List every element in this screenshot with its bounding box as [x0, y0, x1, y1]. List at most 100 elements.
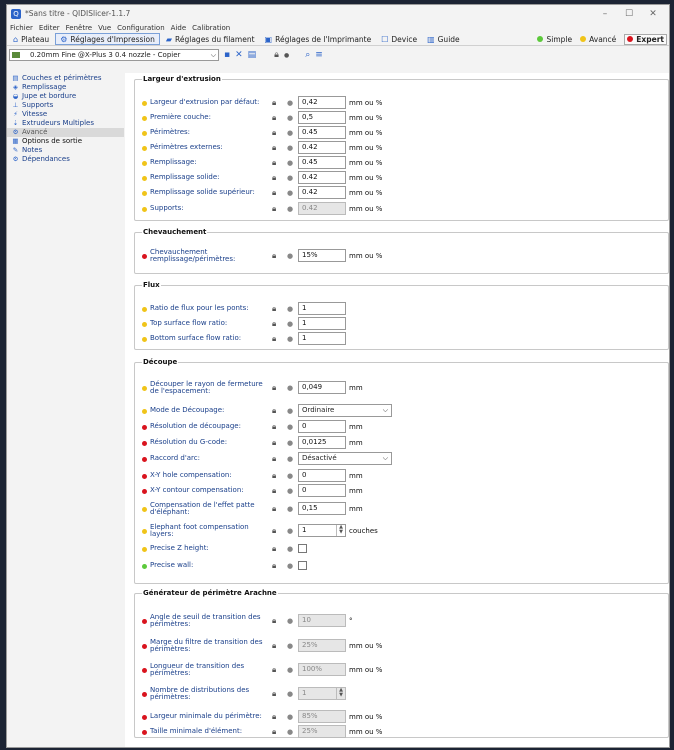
preset-select[interactable]: 0.20mm Fine @X-Plus 3 0.4 nozzle - Copie… — [9, 49, 219, 61]
menu-fenetre[interactable]: Fenêtre — [66, 24, 92, 32]
lock-icon[interactable]: 🔒︎ — [272, 471, 276, 481]
menu-vue[interactable]: Vue — [98, 24, 111, 32]
lock-icon[interactable]: 🔒︎ — [272, 454, 276, 464]
lock-icon[interactable]: 🔒︎ — [272, 143, 276, 153]
bullet-icon[interactable]: ● — [287, 690, 293, 698]
spin-arrows-icon[interactable]: ▲ ▼ — [336, 688, 345, 699]
nav-item-1[interactable]: ◈ Remplissage — [7, 82, 124, 91]
tab-device[interactable]: ☐ Device — [377, 33, 421, 45]
lock-icon[interactable]: 🔒︎ — [272, 98, 276, 108]
bullet-icon[interactable]: ● — [287, 99, 293, 107]
nav-item-0[interactable]: ▤ Couches et périmètres — [7, 73, 124, 82]
nav-item-6[interactable]: ⚙ Avancé — [7, 127, 124, 137]
search-icon[interactable]: ⌕ — [305, 50, 310, 60]
setting-input[interactable]: 0,0125 — [298, 436, 346, 449]
setting-input[interactable]: 1 — [298, 317, 346, 330]
lock-icon[interactable]: 🔒︎ — [272, 616, 276, 626]
bullet-icon[interactable]: ● — [287, 713, 293, 721]
bullet-icon[interactable]: ● — [287, 384, 293, 392]
setting-input[interactable]: 0,42 — [298, 96, 346, 109]
menu-configuration[interactable]: Configuration — [117, 24, 164, 32]
lock-icon[interactable]: 🔒︎ — [272, 113, 276, 123]
bullet-icon[interactable]: ● — [287, 642, 293, 650]
setting-input[interactable]: 0.42 — [298, 141, 346, 154]
delete-preset-icon[interactable]: ✕ — [235, 50, 243, 60]
bullet-icon[interactable]: ● — [287, 439, 293, 447]
bullet-icon[interactable]: ● — [287, 562, 293, 570]
menu-calibration[interactable]: Calibration — [192, 24, 230, 32]
lock-icon[interactable]: 🔒︎ — [272, 486, 276, 496]
nav-item-9[interactable]: ⚙ Dépendances — [7, 155, 124, 164]
close-button[interactable]: ✕ — [641, 9, 665, 19]
menu-aide[interactable]: Aide — [171, 24, 186, 32]
lock-icon[interactable]: 🔒︎ — [272, 438, 276, 448]
bullet-icon[interactable]: ● — [287, 728, 293, 736]
compare-preset-icon[interactable]: ▤ — [248, 50, 257, 60]
lock-icon[interactable]: 🔒︎ — [272, 128, 276, 138]
bullet-icon[interactable]: ● — [287, 407, 293, 415]
lock-icon[interactable]: 🔒︎ — [272, 665, 276, 675]
setting-input[interactable]: 0 — [298, 484, 346, 497]
setting-input[interactable]: 0.45 — [298, 156, 346, 169]
setting-dropdown[interactable]: Ordinaire ⌵ — [298, 404, 392, 417]
bullet-icon[interactable]: ● — [287, 189, 293, 197]
bullet-icon[interactable]: ● — [287, 174, 293, 182]
setting-dropdown[interactable]: Désactivé ⌵ — [298, 452, 392, 465]
nav-item-7[interactable]: ▦ Options de sortie — [7, 137, 124, 146]
bullet-icon[interactable]: ● — [287, 335, 293, 343]
bullet-icon[interactable]: ● — [287, 545, 293, 553]
nav-item-8[interactable]: ✎ Notes — [7, 146, 124, 155]
bullet-icon[interactable]: ● — [287, 505, 293, 513]
maximize-button[interactable]: ☐ — [617, 9, 641, 19]
bullet-icon[interactable]: ● — [287, 252, 293, 260]
tab-plateau[interactable]: ⌂ Plateau — [9, 33, 53, 45]
setting-input[interactable]: 0.42 — [298, 171, 346, 184]
lock-icon[interactable]: 🔒︎ — [272, 422, 276, 432]
setting-input[interactable]: 0,049 — [298, 381, 346, 394]
lock-icon[interactable]: 🔒︎ — [272, 334, 276, 344]
bullet-icon[interactable]: ● — [287, 305, 293, 313]
save-preset-icon[interactable]: ▪ — [224, 50, 230, 60]
lock-icon[interactable]: 🔒︎ — [272, 406, 276, 416]
setting-input[interactable]: 0.45 — [298, 126, 346, 139]
lock-icon[interactable]: 🔒︎ — [272, 689, 276, 699]
lock-icon[interactable]: 🔒︎ — [272, 304, 276, 314]
lock-icon[interactable]: 🔒︎ — [272, 727, 276, 737]
menu-editer[interactable]: Editer — [39, 24, 60, 32]
bullet-icon[interactable]: ● — [287, 205, 293, 213]
setting-checkbox[interactable] — [298, 561, 307, 570]
bullet-icon[interactable]: ● — [287, 144, 293, 152]
setting-checkbox[interactable] — [298, 544, 307, 553]
setting-input[interactable]: 15% — [298, 249, 346, 262]
lock-icon[interactable]: 🔒︎ — [272, 319, 276, 329]
nav-item-2[interactable]: ◒ Jupe et bordure — [7, 91, 124, 100]
bullet-icon[interactable]: ● — [287, 617, 293, 625]
tab-filament-settings[interactable]: ▰ Réglages du filament — [162, 33, 259, 45]
lock-icon[interactable]: 🔒︎ — [272, 526, 276, 536]
lock-icon[interactable]: 🔒︎ — [272, 504, 276, 514]
setting-input[interactable]: 0,15 — [298, 502, 346, 515]
setting-input[interactable]: 0 — [298, 469, 346, 482]
setting-input[interactable]: 0.42 — [298, 186, 346, 199]
bullet-icon[interactable]: ● — [287, 487, 293, 495]
lock-icon[interactable]: 🔒︎ — [274, 50, 279, 60]
bullet-icon[interactable]: ● — [287, 159, 293, 167]
nav-item-5[interactable]: ⇣ Extrudeurs Multiples — [7, 118, 124, 127]
lock-icon[interactable]: 🔒︎ — [272, 712, 276, 722]
nav-item-3[interactable]: ⊥ Supports — [7, 100, 124, 109]
lock-icon[interactable]: 🔒︎ — [272, 204, 276, 214]
mode-avance[interactable]: Avancé — [580, 35, 616, 44]
nav-item-4[interactable]: ⚡︎ Vitesse — [7, 109, 124, 118]
lock-icon[interactable]: 🔒︎ — [272, 251, 276, 261]
setting-input[interactable]: 0,5 — [298, 111, 346, 124]
lock-icon[interactable]: 🔒︎ — [272, 188, 276, 198]
bullet-icon[interactable]: ● — [287, 129, 293, 137]
tab-guide[interactable]: ▥ Guide — [423, 33, 464, 45]
bullet-icon[interactable]: ● — [287, 423, 293, 431]
bullet-icon[interactable]: ● — [287, 114, 293, 122]
bullet-icon[interactable]: ● — [287, 320, 293, 328]
lock-icon[interactable]: 🔒︎ — [272, 561, 276, 571]
setting-input[interactable]: 1 ▲ ▼ — [298, 524, 346, 537]
lock-icon[interactable]: 🔒︎ — [272, 641, 276, 651]
lock-icon[interactable]: 🔒︎ — [272, 544, 276, 554]
